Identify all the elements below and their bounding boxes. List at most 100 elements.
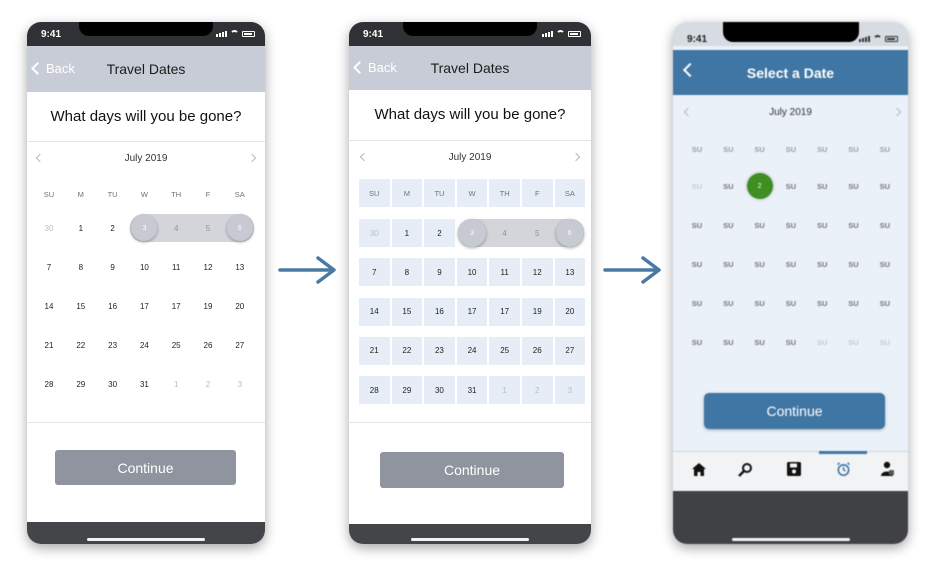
calendar-day[interactable]: 4 [162, 217, 190, 239]
calendar-day[interactable]: 3 [554, 376, 586, 405]
home-indicator[interactable] [731, 538, 850, 541]
calendar-day[interactable]: 1 [489, 376, 520, 405]
calendar-day[interactable]: 1 [391, 219, 423, 247]
calendar-day[interactable]: SU [683, 179, 711, 193]
calendar-day[interactable]: 7 [35, 256, 63, 278]
calendar-day[interactable]: 17 [130, 295, 158, 317]
calendar-day[interactable]: 17 [456, 297, 488, 326]
calendar-day[interactable]: SU [714, 296, 742, 310]
calendar-day[interactable]: 2 [522, 376, 553, 405]
calendar-day[interactable]: 26 [194, 334, 222, 356]
range-end-handle[interactable]: 6 [555, 219, 584, 247]
calendar-day[interactable]: SU [840, 296, 868, 310]
calendar-day[interactable]: SU [683, 335, 711, 349]
calendar-day[interactable]: SU [777, 179, 805, 193]
save-icon[interactable] [784, 460, 804, 478]
calendar-day[interactable]: 12 [522, 258, 553, 287]
calendar-day[interactable]: 10 [130, 256, 158, 278]
calendar-day[interactable]: 29 [391, 376, 423, 405]
calendar-day[interactable]: SU [746, 296, 774, 310]
calendar-day[interactable]: 1 [162, 373, 190, 395]
calendar-day[interactable]: SU [840, 335, 868, 349]
alarm-icon[interactable] [833, 460, 853, 478]
calendar-day[interactable]: SU [683, 257, 711, 271]
selected-day[interactable]: 2 [746, 173, 773, 199]
calendar-day[interactable]: 8 [391, 258, 423, 287]
calendar-day[interactable]: SU [871, 257, 899, 271]
calendar-day[interactable]: SU [871, 296, 899, 310]
calendar-day[interactable]: 19 [522, 297, 553, 326]
calendar-day[interactable]: SU [840, 179, 868, 193]
calendar-day[interactable]: SU [808, 335, 836, 349]
calendar-day[interactable]: SU [840, 218, 868, 232]
continue-button[interactable]: Continue [380, 452, 564, 488]
calendar-day[interactable]: SU [714, 179, 742, 193]
calendar-day[interactable]: 28 [359, 376, 390, 405]
calendar-day[interactable]: SU [808, 296, 836, 310]
calendar-day[interactable]: 26 [522, 336, 553, 365]
calendar-day[interactable]: 31 [130, 373, 158, 395]
calendar-day[interactable]: 27 [226, 334, 254, 356]
calendar-day[interactable]: 30 [35, 217, 63, 239]
calendar-day[interactable]: SU [683, 296, 711, 310]
calendar-day[interactable]: 27 [554, 336, 586, 365]
home-icon[interactable] [689, 460, 709, 478]
calendar-day[interactable]: 9 [99, 256, 127, 278]
calendar-day[interactable]: 20 [226, 295, 254, 317]
calendar-day[interactable]: 15 [391, 297, 423, 326]
calendar-day[interactable]: SU [808, 257, 836, 271]
calendar-day[interactable]: SU [777, 218, 805, 232]
calendar-day[interactable]: SU [871, 218, 899, 232]
calendar-day[interactable]: 25 [489, 336, 520, 365]
calendar-day[interactable]: SU [714, 218, 742, 232]
calendar-day[interactable]: SU [746, 257, 774, 271]
calendar-day[interactable]: 17 [162, 295, 190, 317]
calendar-day[interactable]: SU [714, 335, 742, 349]
calendar-day[interactable]: SU [808, 179, 836, 193]
calendar-day[interactable]: 1 [67, 217, 95, 239]
range-start-handle[interactable]: 3 [458, 219, 487, 247]
calendar-day[interactable]: SU [808, 218, 836, 232]
profile-icon[interactable] [877, 460, 897, 478]
calendar-day[interactable]: 24 [456, 336, 488, 365]
calendar-day[interactable]: 12 [194, 256, 222, 278]
calendar-day[interactable]: 2 [194, 373, 222, 395]
calendar-day[interactable]: SU [777, 296, 805, 310]
calendar-day[interactable]: 11 [162, 256, 190, 278]
calendar-day[interactable]: SU [777, 257, 805, 271]
calendar-day[interactable]: 11 [489, 258, 520, 287]
search-icon[interactable] [735, 460, 755, 478]
home-indicator[interactable] [411, 538, 529, 541]
calendar-day[interactable]: 15 [67, 295, 95, 317]
calendar-day[interactable]: 9 [424, 258, 455, 287]
calendar-day[interactable]: 5 [194, 217, 222, 239]
calendar-day[interactable]: 16 [424, 297, 455, 326]
calendar-day[interactable]: 30 [359, 219, 390, 247]
calendar-day[interactable]: SU [871, 335, 899, 349]
calendar-day[interactable]: 30 [424, 376, 455, 405]
calendar-day[interactable]: 4 [489, 219, 520, 247]
calendar-day[interactable]: 13 [554, 258, 586, 287]
calendar-day[interactable]: 14 [35, 295, 63, 317]
calendar-day[interactable]: 13 [226, 256, 254, 278]
calendar-day[interactable]: 31 [456, 376, 488, 405]
calendar-day[interactable]: 22 [391, 336, 423, 365]
calendar-day[interactable]: 8 [67, 256, 95, 278]
calendar-day[interactable]: SU [746, 335, 774, 349]
calendar-day[interactable]: SU [777, 335, 805, 349]
continue-button[interactable]: Continue [704, 393, 885, 429]
calendar-day[interactable]: SU [714, 257, 742, 271]
calendar-day[interactable]: 28 [35, 373, 63, 395]
calendar-day[interactable]: 22 [67, 334, 95, 356]
calendar-day[interactable]: 20 [554, 297, 586, 326]
range-end-handle[interactable]: 6 [226, 215, 253, 241]
calendar-day[interactable]: SU [683, 218, 711, 232]
calendar-day[interactable]: 17 [489, 297, 520, 326]
calendar-day[interactable]: 19 [194, 295, 222, 317]
calendar-day[interactable]: 21 [35, 334, 63, 356]
calendar-day[interactable]: 30 [99, 373, 127, 395]
calendar-day[interactable]: SU [840, 257, 868, 271]
home-indicator[interactable] [87, 538, 205, 541]
calendar-day[interactable]: 29 [67, 373, 95, 395]
calendar-day[interactable]: 24 [130, 334, 158, 356]
